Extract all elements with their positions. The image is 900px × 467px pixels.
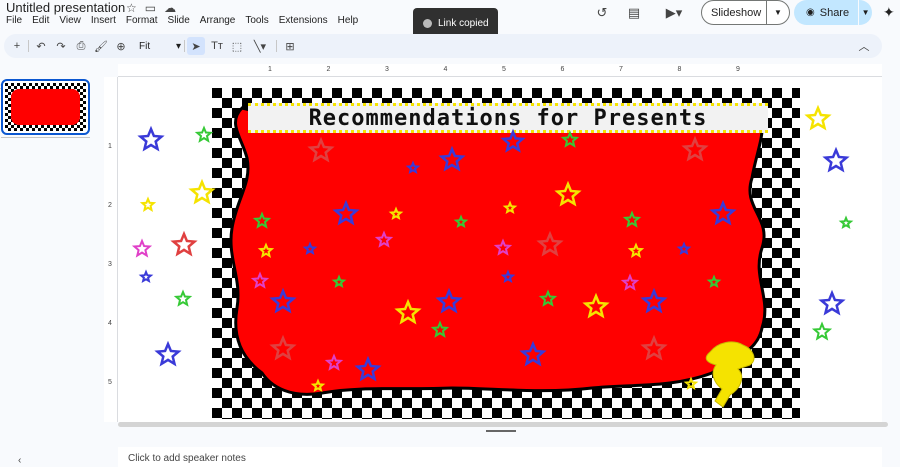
cloud-status-icon[interactable]: ☁ [164, 1, 176, 15]
horizontal-ruler[interactable]: 1 2 3 4 5 6 7 8 9 [118, 64, 882, 77]
ruler-tick-label: 1 [268, 66, 272, 73]
ruler-tick-label: 3 [385, 66, 389, 73]
menu-slide[interactable]: Slide [168, 15, 195, 26]
toolbar: + ↶ ↷ ⎙ 🖌 ⊕ Fit ▾ ➤ Tт ⬚ ╲▾ ⊞ ︿ [4, 34, 882, 58]
notes-resize-handle[interactable] [486, 430, 516, 432]
chevron-down-icon: ▾ [175, 40, 181, 52]
horizontal-scrollbar[interactable] [118, 422, 888, 427]
history-icon[interactable]: ↺ [593, 4, 611, 22]
zoom-value: Fit [139, 40, 151, 52]
toolbar-divider [28, 40, 29, 52]
redo-icon[interactable]: ↷ [54, 37, 68, 55]
meet-icon[interactable]: ▶▾ [660, 4, 688, 22]
person-icon [423, 18, 432, 28]
slide-artwork [212, 88, 800, 419]
ruler-tick-label: 6 [560, 66, 565, 73]
menu-tools[interactable]: Tools [245, 15, 273, 26]
menu-arrange[interactable]: Arrange [200, 15, 241, 26]
ruler-tick-label: 4 [108, 320, 112, 327]
menu-edit[interactable]: Edit [32, 15, 54, 26]
speaker-notes-placeholder: Click to add speaker notes [128, 453, 246, 464]
ruler-tick-label: 2 [108, 202, 112, 209]
toolbar-divider [184, 40, 185, 52]
image-icon[interactable]: ⬚ [229, 37, 245, 55]
ruler-tick-label: 5 [502, 66, 506, 73]
ruler-tick-label: 9 [736, 66, 740, 73]
slideshow-dropdown-icon[interactable]: ▼ [767, 8, 789, 17]
ruler-tick-label: 8 [677, 66, 682, 73]
slide-title: Recommendations for Presents [308, 105, 708, 131]
thumbnail-checker [5, 83, 86, 131]
speaker-notes[interactable]: Click to add speaker notes [118, 447, 882, 467]
star-icon[interactable]: ☆ [126, 1, 137, 15]
comment-add-icon[interactable]: ⊞ [282, 37, 298, 55]
title-banner[interactable]: Recommendations for Presents [248, 103, 768, 133]
menu-bar: File Edit View Insert Format Slide Arrange Tool… [6, 15, 368, 26]
vertical-ruler[interactable]: 1 2 3 4 5 [104, 77, 118, 422]
text-box-icon[interactable]: Tт [209, 37, 225, 55]
share-label: Share [819, 6, 850, 19]
ruler-tick-label: 7 [619, 66, 623, 73]
menu-view[interactable]: View [59, 15, 86, 26]
slides-app: Untitled presentation ☆ ▭ ☁ File Edit View… [0, 0, 900, 467]
toolbar-divider [276, 40, 277, 52]
move-folder-icon[interactable]: ▭ [145, 1, 156, 15]
line-icon[interactable]: ╲▾ [249, 37, 271, 55]
toast-text: Link copied [438, 17, 489, 29]
menu-insert[interactable]: Insert [91, 15, 121, 26]
print-icon[interactable]: ⎙ [74, 37, 88, 55]
slide-thumbnail[interactable] [1, 79, 90, 135]
menu-format[interactable]: Format [126, 15, 163, 26]
menu-help[interactable]: Help [338, 15, 364, 26]
chevron-left-icon[interactable]: ‹ [18, 455, 21, 466]
slideshow-label: Slideshow [711, 6, 762, 19]
title-icons: ☆ ▭ ☁ [126, 1, 176, 15]
globe-icon: ◉ [806, 7, 815, 18]
slideshow-button[interactable]: Slideshow ▼ [701, 0, 790, 25]
paint-format-icon[interactable]: 🖌 [94, 37, 108, 55]
new-slide-icon[interactable]: + [10, 37, 24, 55]
ruler-tick-label: 4 [443, 66, 448, 73]
ruler-tick-label: 2 [326, 66, 331, 73]
filmstrip-divider [1, 137, 90, 138]
share-button[interactable]: ◉ Share ▼ [794, 0, 872, 25]
thumbnail-red-shape [11, 89, 80, 125]
comments-icon[interactable]: ▤ [625, 4, 643, 22]
document-title[interactable]: Untitled presentation [6, 0, 125, 15]
collapse-toolbar-icon[interactable]: ︿ [856, 37, 872, 55]
select-cursor-icon[interactable]: ➤ [187, 37, 205, 55]
ruler-tick-label: 3 [108, 261, 112, 268]
gemini-icon[interactable]: ✦ [883, 4, 895, 21]
menu-extensions[interactable]: Extensions [279, 15, 333, 26]
zoom-icon[interactable]: ⊕ [114, 37, 128, 55]
share-dropdown-icon[interactable]: ▼ [859, 8, 872, 17]
slide-canvas[interactable] [212, 88, 800, 419]
ruler-tick-label: 5 [108, 379, 112, 386]
red-wavy-shape [229, 106, 767, 396]
ruler-tick-label: 1 [108, 143, 112, 150]
undo-icon[interactable]: ↶ [34, 37, 48, 55]
zoom-select[interactable]: Fit ▾ [136, 37, 184, 55]
menu-file[interactable]: File [6, 15, 27, 26]
